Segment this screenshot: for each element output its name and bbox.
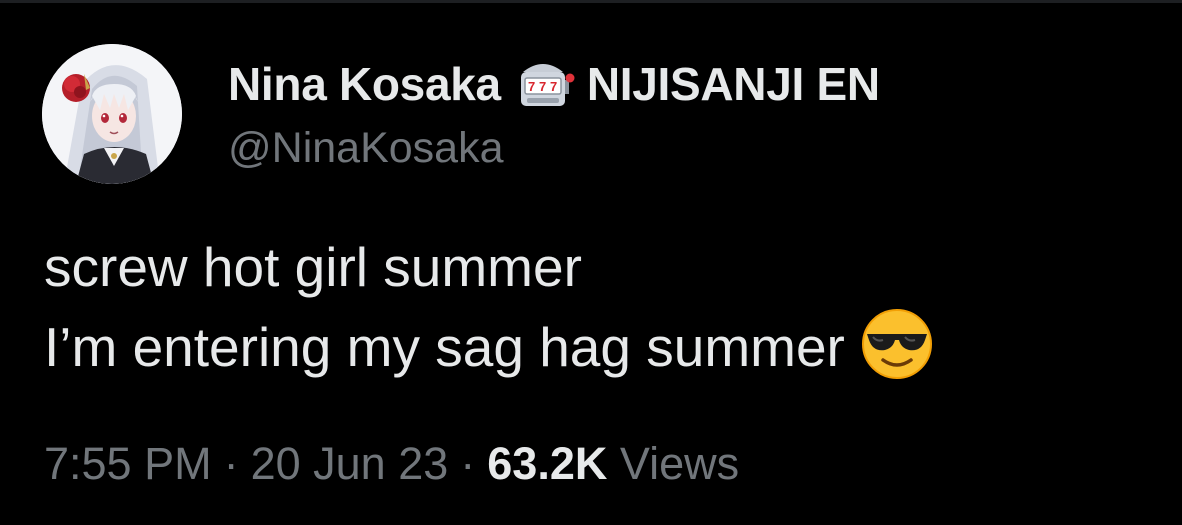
svg-text:7: 7 <box>539 79 546 94</box>
meta-separator: · <box>223 438 239 489</box>
author-display-name[interactable]: Nina Kosaka <box>228 57 501 111</box>
top-divider <box>0 0 1182 3</box>
smiling-face-with-sunglasses-icon <box>859 306 935 382</box>
svg-text:7: 7 <box>528 79 535 94</box>
meta-separator: · <box>460 438 476 489</box>
tweet-time[interactable]: 7:55 PM <box>44 438 212 489</box>
slot-machine-icon: 7 7 7 <box>515 58 577 110</box>
tweet-text: screw hot girl summer I’m entering my sa… <box>44 228 935 386</box>
avatar[interactable] <box>42 44 182 184</box>
tweet-date[interactable]: 20 Jun 23 <box>251 438 449 489</box>
tweet-text-line: screw hot girl summer <box>44 236 582 298</box>
svg-text:7: 7 <box>550 79 557 94</box>
views-label: Views <box>619 438 740 489</box>
author-affiliation[interactable]: NIJISANJI EN <box>587 57 880 111</box>
author-name-row[interactable]: Nina Kosaka 7 7 7 NIJISANJI EN <box>228 54 880 114</box>
author-handle[interactable]: @NinaKosaka <box>228 124 504 173</box>
tweet-text-line: I’m entering my sag hag summer <box>44 306 935 386</box>
tweet-meta: 7:55 PM · 20 Jun 23 · 63.2K Views <box>44 438 739 490</box>
tweet-text-line-content: I’m entering my sag hag summer <box>44 316 845 378</box>
views-count[interactable]: 63.2K <box>487 438 607 489</box>
avatar-image <box>42 44 182 184</box>
